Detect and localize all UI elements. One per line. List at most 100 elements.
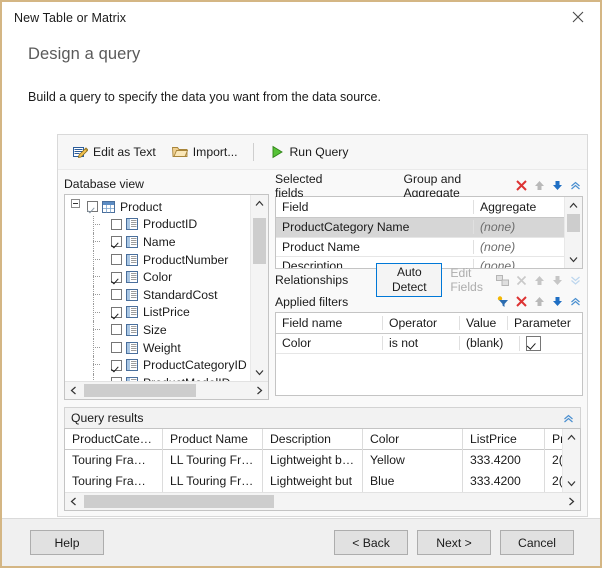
scroll-right-icon[interactable] (563, 493, 580, 510)
query-results-scroll-track[interactable] (563, 446, 580, 475)
applied-filters-grid[interactable]: Field name Operator Value Parameter Color is … (275, 312, 583, 396)
move-down-icon[interactable] (552, 275, 563, 286)
selected-fields-scroll-track[interactable] (565, 214, 582, 251)
selected-fields-scroll-thumb[interactable] (567, 214, 580, 232)
column-header-value[interactable]: Value (459, 316, 507, 330)
move-down-icon[interactable] (552, 180, 563, 191)
tree-vertical-scrollbar[interactable] (250, 195, 268, 381)
column-header[interactable]: Pr (545, 429, 562, 450)
query-results-scrollbar[interactable] (562, 429, 580, 492)
column-header[interactable]: Description (263, 429, 363, 450)
tree-hscroll-thumb[interactable] (84, 384, 196, 397)
edit-as-text-button[interactable]: Edit as Text (66, 141, 163, 163)
run-query-button[interactable]: Run Query (263, 141, 355, 163)
scroll-up-icon[interactable] (565, 197, 582, 214)
move-up-icon[interactable] (534, 296, 545, 307)
tree-horizontal-scrollbar[interactable] (65, 381, 268, 399)
tree-node-checkbox[interactable] (111, 306, 122, 318)
query-results-grid[interactable]: ProductCategor... Product Name Description… (64, 428, 581, 511)
selected-fields-scrollbar[interactable] (564, 197, 582, 268)
delete-red-x-icon[interactable] (516, 296, 527, 307)
scroll-left-icon[interactable] (65, 493, 82, 510)
tree-node-column[interactable]: Color (65, 268, 250, 286)
next-button[interactable]: Next > (417, 530, 491, 555)
column-header[interactable]: ListPrice (463, 429, 545, 450)
database-tree[interactable]: Product ProductID Name ProductNumber Color St… (65, 195, 250, 381)
close-button[interactable] (556, 2, 600, 32)
column-header-field-name[interactable]: Field name (276, 316, 382, 330)
relationship-icon[interactable] (496, 274, 509, 286)
cell-parameter[interactable] (519, 335, 582, 351)
cell-aggregate[interactable]: (none) (473, 239, 564, 254)
tree-node-checkbox[interactable] (111, 236, 122, 248)
filter-icon[interactable] (497, 295, 509, 308)
scroll-down-icon[interactable] (251, 364, 268, 381)
table-row[interactable]: Product Name (none) (276, 238, 564, 257)
tree-node-column[interactable]: Size (65, 321, 250, 339)
collapse-expander-icon[interactable] (71, 199, 80, 208)
tree-node-column[interactable]: Weight (65, 338, 250, 357)
tree-node-checkbox[interactable] (111, 359, 122, 371)
column-header[interactable]: Color (363, 429, 463, 450)
cancel-button[interactable]: Cancel (500, 530, 574, 555)
delete-x-icon[interactable] (516, 275, 527, 286)
scroll-up-icon[interactable] (251, 195, 268, 212)
tree-node-checkbox[interactable] (111, 218, 122, 230)
tree-node-checkbox[interactable] (87, 201, 98, 213)
cell-value[interactable]: (blank) (459, 336, 519, 351)
help-button[interactable]: Help (30, 530, 104, 555)
back-button[interactable]: < Back (334, 530, 408, 555)
collapse-chevron-icon[interactable] (570, 180, 581, 191)
tree-hscroll-track[interactable] (82, 382, 251, 399)
column-header[interactable]: Product Name (163, 429, 263, 450)
tree-node-column[interactable]: Name (65, 233, 250, 251)
collapse-chevron-icon[interactable] (570, 296, 581, 307)
collapse-chevron-icon[interactable] (563, 413, 580, 424)
query-results-hscroll-thumb[interactable] (84, 495, 274, 508)
tree-node-column[interactable]: ProductID (65, 215, 250, 234)
tree-node-checkbox[interactable] (111, 324, 122, 336)
tree-node-column[interactable]: ProductModelID (65, 373, 250, 381)
scroll-down-icon[interactable] (565, 251, 582, 268)
delete-red-x-icon[interactable] (516, 180, 527, 191)
tree-node-column[interactable]: StandardCost (65, 285, 250, 304)
column-header-field[interactable]: Field (276, 200, 473, 214)
table-icon (102, 200, 115, 213)
scroll-up-icon[interactable] (563, 429, 580, 446)
auto-detect-button[interactable]: Auto Detect (376, 263, 443, 297)
parameter-checkbox[interactable] (526, 335, 541, 351)
scroll-right-icon[interactable] (251, 382, 268, 399)
column-header-aggregate[interactable]: Aggregate (473, 200, 564, 214)
scroll-left-icon[interactable] (65, 382, 82, 399)
column-header-operator[interactable]: Operator (382, 316, 459, 330)
cell-operator[interactable]: is not (382, 336, 459, 351)
tree-scroll-thumb[interactable] (253, 218, 266, 264)
tree-node-column[interactable]: ProductNumber (65, 250, 250, 269)
tree-node-checkbox[interactable] (111, 342, 122, 354)
column-header-parameter[interactable]: Parameter (507, 316, 582, 330)
import-button[interactable]: Import... (165, 141, 245, 163)
edit-fields-label[interactable]: Edit Fields (450, 266, 496, 294)
selected-fields-grid[interactable]: Field Aggregate ProductCategory Name (none)… (275, 196, 583, 269)
cell-field-name: Color (282, 336, 312, 351)
scroll-down-icon[interactable] (563, 475, 580, 492)
table-row[interactable]: ProductCategory Name (none) (276, 218, 564, 238)
tree-node-column[interactable]: ListPrice (65, 303, 250, 322)
tree-node-checkbox[interactable] (111, 289, 122, 301)
table-row[interactable]: Touring Frames LL Touring Fram... Lightwei… (65, 450, 562, 471)
table-row[interactable]: Color is not (blank) (276, 334, 582, 354)
query-results-hscrollbar[interactable] (65, 492, 580, 510)
column-header[interactable]: ProductCategor... (65, 429, 163, 450)
tree-node-table[interactable]: Product (65, 198, 250, 216)
cell-aggregate[interactable]: (none) (473, 220, 564, 235)
tree-scroll-track[interactable] (251, 212, 268, 364)
column-icon (126, 253, 138, 266)
table-row[interactable]: Touring Frames LL Touring Fram Lightweight… (65, 471, 562, 492)
move-up-icon[interactable] (534, 275, 545, 286)
tree-node-checkbox[interactable] (111, 271, 122, 283)
tree-node-checkbox[interactable] (111, 254, 122, 266)
move-down-icon[interactable] (552, 296, 563, 307)
tree-node-column[interactable]: ProductCategoryID (65, 356, 250, 374)
move-up-icon[interactable] (534, 180, 545, 191)
expand-chevron-icon[interactable] (570, 275, 581, 286)
